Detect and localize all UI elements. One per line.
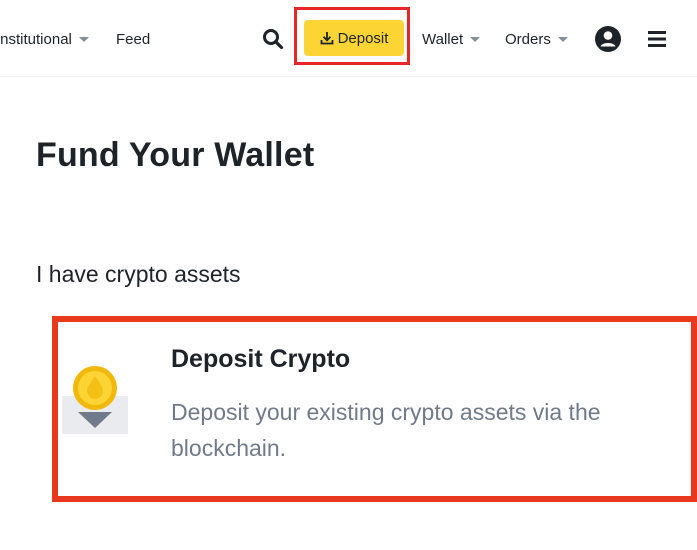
caret-down-icon: [557, 37, 568, 42]
nav-wallet-label: Wallet: [422, 30, 464, 48]
download-icon: [320, 31, 334, 45]
search-button[interactable]: [261, 27, 285, 51]
menu-icon: [648, 31, 666, 47]
nav-institutional[interactable]: Institutional: [0, 27, 89, 51]
section-label: I have crypto assets: [36, 261, 241, 287]
nav-feed-label: Feed: [116, 30, 151, 48]
page-title: Fund Your Wallet: [36, 136, 315, 174]
account-button[interactable]: [594, 25, 622, 53]
top-navigation: Institutional Feed Deposit Wallet Orders: [0, 0, 697, 77]
nav-feed[interactable]: Feed: [116, 27, 150, 51]
deposit-button[interactable]: Deposit: [304, 20, 404, 56]
coin-deposit-icon: [60, 362, 130, 436]
nav-institutional-label: Institutional: [0, 30, 72, 48]
account-icon: [595, 26, 621, 52]
nav-orders-label: Orders: [505, 30, 551, 48]
nav-orders[interactable]: Orders: [505, 27, 568, 51]
caret-down-icon: [78, 37, 89, 42]
card-description: Deposit your existing crypto assets via …: [171, 399, 601, 461]
menu-button[interactable]: [645, 27, 669, 51]
nav-wallet[interactable]: Wallet: [422, 27, 481, 51]
page: Institutional Feed Deposit Wallet Orders…: [0, 0, 697, 550]
search-icon: [263, 29, 284, 50]
deposit-button-label: Deposit: [337, 29, 389, 47]
caret-down-icon: [470, 37, 481, 42]
card-title: Deposit Crypto: [171, 345, 351, 373]
